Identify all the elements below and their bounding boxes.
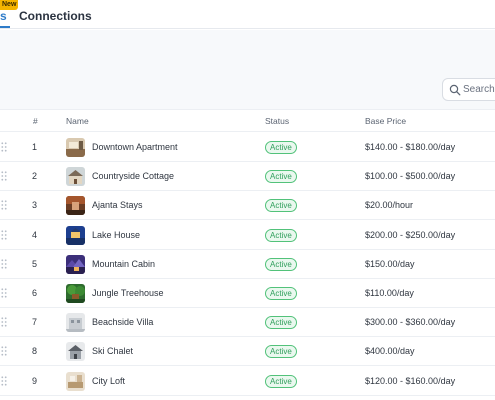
table-row[interactable]: 9 City Loft Active $120.00 - $160.00/day — [0, 366, 495, 396]
listing-name[interactable]: Ajanta Stays — [92, 200, 143, 210]
status-badge: Active — [265, 345, 297, 359]
search-box[interactable] — [442, 78, 495, 101]
search-input[interactable] — [463, 81, 495, 98]
drag-handle-icon[interactable] — [1, 259, 7, 269]
row-index: 8 — [32, 346, 38, 357]
header-name[interactable]: Name — [66, 116, 89, 126]
base-price: $140.00 - $180.00/day — [365, 142, 456, 152]
row-index: 6 — [32, 288, 38, 298]
status-badge: Active — [265, 170, 297, 184]
base-price: $300.00 - $360.00/day — [365, 317, 456, 328]
header-index: # — [33, 116, 38, 126]
cottage-photo — [66, 167, 85, 187]
table-row[interactable]: 6 Jungle Treehouse Active $110.00/day — [0, 279, 495, 308]
drag-handle-icon[interactable] — [1, 229, 7, 240]
tab-listings[interactable]: s — [0, 9, 10, 28]
listing-thumbnail — [66, 196, 85, 216]
base-price: $20.00/hour — [365, 200, 414, 211]
base-price: $100.00 - $500.00/day — [365, 171, 456, 182]
lake-house-photo — [66, 225, 85, 245]
treehouse-photo — [66, 284, 85, 303]
table-row[interactable]: 1 Downtown Apartment Active $140.00 - $180.… — [0, 133, 495, 162]
table-row[interactable]: 7 Beachside Villa Active $300.00 - $360.00/… — [0, 308, 495, 338]
listing-thumbnail — [66, 284, 85, 303]
row-index: 9 — [32, 375, 38, 386]
drag-handle-icon[interactable] — [1, 288, 7, 298]
drag-handle-icon[interactable] — [1, 317, 7, 327]
row-index: 3 — [32, 200, 38, 211]
table-row[interactable]: 8 Ski Chalet Active $400.00/day — [0, 337, 495, 367]
listing-name[interactable]: Downtown Apartment — [92, 142, 178, 152]
base-price: $400.00/day — [365, 346, 415, 357]
listing-name[interactable]: Countryside Cottage — [92, 171, 174, 181]
drag-handle-icon[interactable] — [1, 200, 7, 210]
base-price: $110.00/day — [365, 288, 414, 298]
listing-thumbnail — [66, 371, 85, 391]
status-badge: Active — [265, 199, 297, 213]
cabin-photo — [66, 254, 85, 274]
toolbar-area — [0, 30, 495, 110]
listing-name[interactable]: Jungle Treehouse — [92, 288, 164, 298]
listing-thumbnail — [66, 167, 85, 187]
status-badge: Active — [265, 257, 297, 271]
stays-photo — [66, 196, 85, 216]
listing-name[interactable]: Ski Chalet — [92, 346, 133, 356]
apartment-photo — [66, 138, 85, 157]
tab-bar: s New Connections — [0, 0, 495, 29]
row-index: 4 — [32, 229, 38, 240]
tab-listings-label: s — [0, 9, 7, 23]
drag-handle-icon[interactable] — [1, 375, 7, 386]
base-price: $200.00 - $250.00/day — [365, 229, 456, 240]
drag-handle-icon[interactable] — [1, 346, 7, 356]
status-badge: Active — [265, 141, 297, 154]
header-base-price[interactable]: Base Price — [365, 116, 406, 126]
listing-name[interactable]: Lake House — [92, 230, 140, 240]
listing-thumbnail — [66, 313, 85, 333]
listing-thumbnail — [66, 254, 85, 274]
row-index: 1 — [32, 142, 38, 152]
table-row[interactable]: 4 Lake House Active $200.00 - $250.00/day — [0, 220, 495, 250]
row-index: 2 — [32, 171, 38, 182]
status-badge: Active — [265, 316, 297, 330]
status-badge: Active — [265, 287, 297, 300]
listing-name[interactable]: Beachside Villa — [92, 317, 153, 327]
table-row[interactable]: 5 Mountain Cabin Active $150.00/day — [0, 249, 495, 279]
listing-name[interactable]: Mountain Cabin — [92, 259, 155, 269]
listing-name[interactable]: City Loft — [92, 376, 125, 386]
base-price: $150.00/day — [365, 258, 415, 269]
tab-connections[interactable]: Connections — [19, 9, 92, 23]
base-price: $120.00 - $160.00/day — [365, 375, 456, 386]
status-badge: Active — [265, 374, 297, 388]
active-tab-indicator — [0, 26, 10, 28]
chalet-photo — [66, 342, 85, 362]
header-status[interactable]: Status — [265, 116, 289, 126]
table-header: # Name Status Base Price — [0, 110, 495, 132]
drag-handle-icon[interactable] — [1, 142, 7, 152]
listing-thumbnail — [66, 342, 85, 362]
villa-photo — [66, 313, 85, 333]
row-index: 7 — [32, 317, 38, 328]
status-badge: Active — [265, 228, 297, 242]
loft-photo — [66, 371, 85, 391]
listing-thumbnail — [66, 225, 85, 245]
table-row[interactable]: 2 Countryside Cottage Active $100.00 - $500… — [0, 162, 495, 192]
tab-connections-label: Connections — [19, 9, 92, 23]
row-index: 5 — [32, 258, 38, 269]
table-row[interactable]: 3 Ajanta Stays Active $20.00/hour — [0, 191, 495, 221]
search-icon — [449, 84, 461, 96]
drag-handle-icon[interactable] — [1, 171, 7, 181]
listing-thumbnail — [66, 138, 85, 157]
new-badge: New — [0, 0, 19, 10]
